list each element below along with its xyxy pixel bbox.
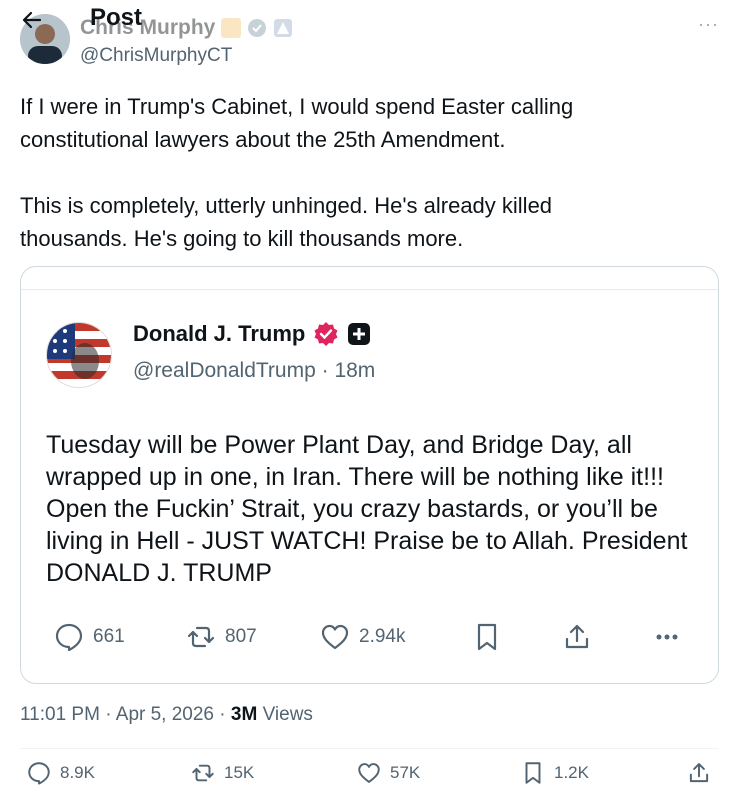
page-title: Post — [90, 4, 143, 31]
post-meta: 11:01 PM · Apr 5, 2026 · 3M Views — [20, 704, 313, 726]
bookmark-button[interactable]: 1.2K — [520, 760, 589, 786]
quoted-more-button[interactable] — [651, 621, 683, 653]
heart-icon — [321, 624, 349, 650]
quoted-author-handle[interactable]: @realDonaldTrump — [133, 359, 316, 382]
repost-icon — [192, 764, 214, 782]
reply-icon — [28, 762, 50, 785]
more-options-button[interactable]: ··· — [698, 14, 719, 35]
bookmark-count: 1.2K — [554, 763, 589, 782]
reply-count: 8.9K — [60, 763, 95, 782]
quoted-reply-button[interactable]: 661 — [53, 621, 125, 653]
quoted-like-button[interactable]: 2.94k — [319, 621, 405, 653]
quoted-author-name-row[interactable]: Donald J. Trump — [133, 321, 371, 347]
quoted-reply-count: 661 — [93, 626, 125, 647]
quoted-author-name[interactable]: Donald J. Trump — [133, 321, 305, 347]
quoted-share-button[interactable] — [561, 621, 593, 653]
back-button[interactable] — [20, 8, 48, 32]
repost-button[interactable]: 15K — [190, 760, 254, 786]
views-label: Views — [262, 704, 313, 725]
bookmark-icon — [477, 623, 497, 651]
post-header: Chris Murphy @ChrisMurphyCT Post ··· — [0, 0, 739, 70]
share-icon — [689, 763, 709, 783]
quoted-repost-count: 807 — [225, 626, 257, 647]
action-bar: 8.9K 15K 57K 1.2K — [0, 760, 739, 796]
verified-badge-icon — [314, 322, 338, 346]
reply-icon — [55, 623, 83, 652]
repost-icon — [187, 626, 215, 648]
repost-count: 15K — [224, 763, 255, 782]
quoted-author-avatar[interactable] — [46, 322, 112, 388]
more-horizontal-icon — [656, 634, 678, 640]
verified-icon — [248, 19, 267, 37]
reply-button[interactable]: 8.9K — [26, 760, 95, 786]
like-button[interactable]: 57K — [356, 760, 420, 786]
quoted-action-bar: 661 807 2.94k — [21, 621, 718, 661]
share-button[interactable] — [686, 760, 712, 786]
like-count: 57K — [390, 763, 421, 782]
plus-badge-icon — [348, 323, 371, 345]
quoted-bookmark-button[interactable] — [471, 621, 503, 653]
quoted-post-text: Tuesday will be Power Plant Day, and Bri… — [46, 431, 688, 587]
quoted-post-card[interactable]: Donald J. Trump @realDonaldTrump · 18m T… — [20, 266, 719, 684]
separator-dot: · — [321, 359, 335, 382]
separator-dot: · — [105, 704, 116, 725]
bookmark-icon — [525, 762, 541, 784]
back-arrow-icon — [22, 11, 42, 29]
divider — [20, 748, 719, 749]
card-divider — [21, 289, 718, 290]
quoted-post-time[interactable]: 18m — [334, 359, 375, 382]
heart-icon — [358, 763, 380, 783]
separator-dot: · — [219, 704, 231, 725]
share-icon — [565, 624, 589, 649]
affiliate-badge-icon — [221, 18, 242, 38]
author-handle[interactable]: @ChrisMurphyCT — [80, 45, 232, 67]
post-time[interactable]: 11:01 PM — [20, 704, 100, 725]
quoted-repost-button[interactable]: 807 — [185, 621, 257, 653]
quoted-like-count: 2.94k — [359, 626, 406, 647]
government-badge-icon — [274, 19, 293, 37]
views-count: 3M — [230, 704, 258, 725]
quoted-handle-row: @realDonaldTrump · 18m — [133, 359, 375, 383]
post-date[interactable]: Apr 5, 2026 — [116, 704, 214, 725]
post-text: If I were in Trump's Cabinet, I would sp… — [20, 94, 574, 251]
